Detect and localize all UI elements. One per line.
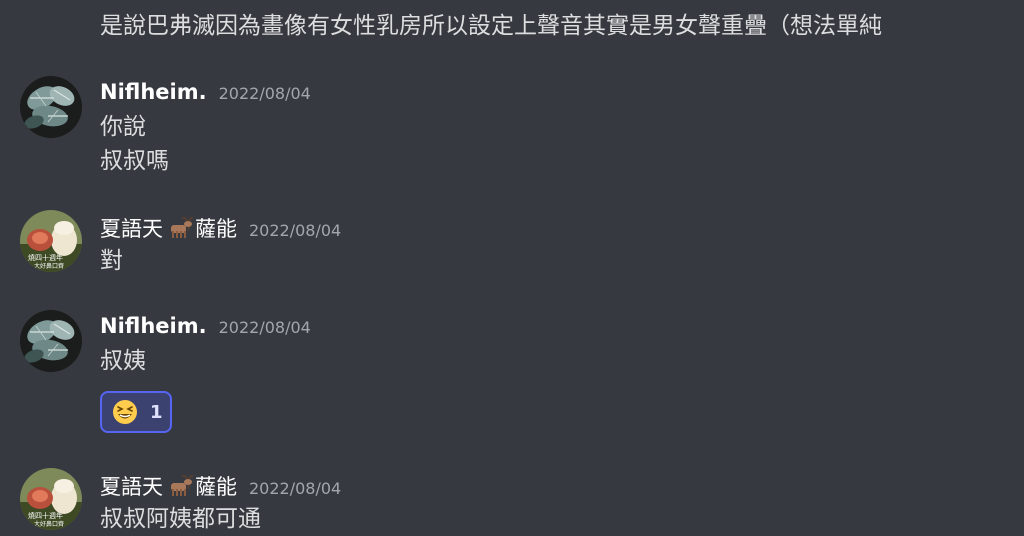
username[interactable]: 夏語天 薩能 (100, 217, 237, 241)
message-header: 夏語天 薩能 2022/08/04 (100, 471, 341, 503)
username[interactable]: Niflheim. (100, 314, 207, 338)
goat-icon (171, 217, 193, 238)
message-text: 叔姨 (100, 348, 146, 374)
message-header: 夏語天 薩能 2022/08/04 (100, 213, 341, 245)
message-header: Niflheim. 2022/08/04 (100, 80, 311, 112)
username-part-1: 夏語天 (100, 217, 163, 241)
svg-text:大好鼻口齊: 大好鼻口齊 (34, 262, 64, 270)
username[interactable]: Niflheim. (100, 80, 207, 104)
username[interactable]: 夏語天 薩能 (100, 475, 237, 499)
grinning-squinting-face-icon (113, 400, 137, 424)
message-text: 叔叔嗎 (100, 148, 169, 174)
svg-text:燒四十週年: 燒四十週年 (28, 511, 63, 520)
message-text: 叔叔阿姨都可通 (100, 506, 261, 532)
chat-message-list: 是說巴弗滅因為畫像有女性乳房所以設定上聲音其實是男女聲重疊（想法單純 Niflh… (0, 0, 1024, 536)
username-part-2: 薩能 (195, 217, 237, 241)
reaction-button[interactable]: 1 (100, 391, 172, 433)
avatar[interactable] (20, 310, 82, 372)
message-header: Niflheim. 2022/08/04 (100, 314, 311, 346)
message-text: 對 (100, 248, 123, 274)
message-text: 你說 (100, 114, 146, 140)
goat-icon (171, 475, 193, 496)
username-part-1: 夏語天 (100, 475, 163, 499)
plant-leaves-avatar-image (20, 310, 82, 372)
goat-figurine-avatar-image: 燒四十週年 大好鼻口齊 (20, 210, 82, 272)
timestamp: 2022/08/04 (249, 221, 342, 240)
avatar[interactable]: 燒四十週年 大好鼻口齊 (20, 210, 82, 272)
message-text: 是說巴弗滅因為畫像有女性乳房所以設定上聲音其實是男女聲重疊（想法單純 (100, 13, 882, 39)
svg-text:燒四十週年: 燒四十週年 (28, 253, 63, 262)
goat-figurine-avatar-image: 燒四十週年 大好鼻口齊 (20, 468, 82, 530)
avatar[interactable] (20, 76, 82, 138)
timestamp: 2022/08/04 (249, 479, 342, 498)
username-part-2: 薩能 (195, 475, 237, 499)
plant-leaves-avatar-image (20, 76, 82, 138)
svg-text:大好鼻口齊: 大好鼻口齊 (34, 520, 64, 528)
timestamp: 2022/08/04 (218, 84, 311, 103)
reaction-count: 1 (150, 401, 163, 423)
avatar[interactable]: 燒四十週年 大好鼻口齊 (20, 468, 82, 530)
timestamp: 2022/08/04 (218, 318, 311, 337)
